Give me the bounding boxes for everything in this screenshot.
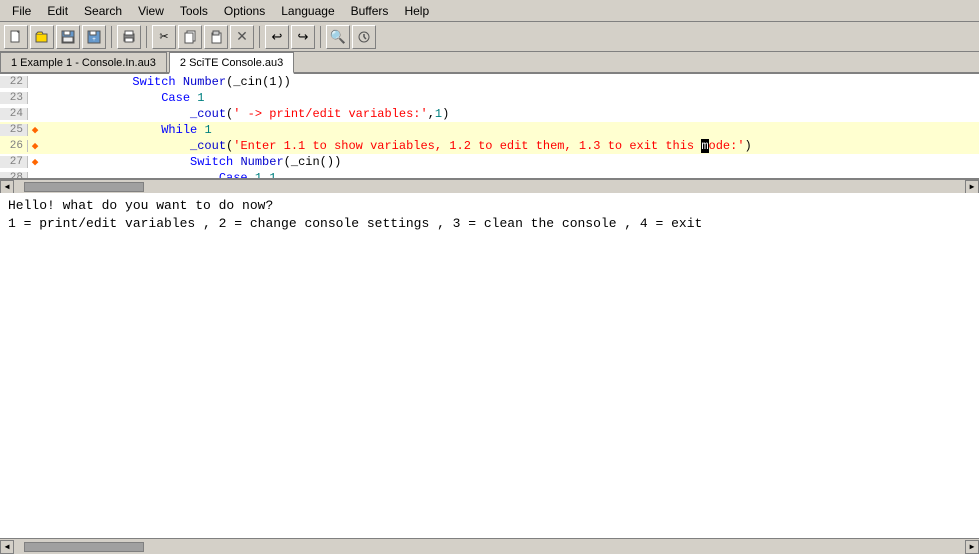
tab-bar: 1 Example 1 - Console.In.au3 2 SciTE Con… [0, 52, 979, 74]
svg-text:+: + [92, 37, 96, 43]
code-text-23: Case 1 [42, 91, 204, 105]
line-marker-25: ◆ [28, 123, 42, 137]
code-text-22: Switch Number(_cin(1)) [42, 75, 291, 89]
code-text-27: Switch Number(_cin()) [42, 155, 341, 169]
menu-edit[interactable]: Edit [39, 2, 76, 20]
editor-horizontal-scrollbar[interactable]: ◀ ▶ [0, 179, 979, 193]
console-line-2: 1 = print/edit variables , 2 = change co… [8, 215, 971, 233]
line-marker-27: ◆ [28, 155, 42, 169]
line-marker-22 [28, 76, 42, 88]
hscroll-thumb[interactable] [24, 182, 144, 192]
new-button[interactable] [4, 25, 28, 49]
line-marker-26: ◆ [28, 139, 42, 153]
save-button[interactable] [56, 25, 80, 49]
open-button[interactable] [30, 25, 54, 49]
console-pane: Hello! what do you want to do now? 1 = p… [0, 193, 979, 538]
print-button[interactable] [117, 25, 141, 49]
code-text-28: Case 1.1 [42, 171, 276, 178]
tab-scite-console[interactable]: 2 SciTE Console.au3 [169, 52, 294, 74]
menu-help[interactable]: Help [396, 2, 437, 20]
code-editor[interactable]: 22 Switch Number(_cin(1)) 23 Case 1 24 [0, 74, 979, 179]
menu-file[interactable]: File [4, 2, 39, 20]
macro-button[interactable] [352, 25, 376, 49]
console-line-1: Hello! what do you want to do now? [8, 197, 971, 215]
line-number-28: 28 [0, 172, 28, 178]
bottom-hscroll-track[interactable] [14, 541, 965, 553]
console-content: Hello! what do you want to do now? 1 = p… [0, 193, 979, 538]
line-number-23: 23 [0, 92, 28, 104]
line-marker-24 [28, 108, 42, 120]
bottom-hscroll-left-arrow[interactable]: ◀ [0, 540, 14, 554]
line-number-24: 24 [0, 108, 28, 120]
code-line-24: 24 _cout(' -> print/edit variables:',1) [0, 106, 979, 122]
find-button[interactable]: 🔍 [326, 25, 350, 49]
line-number-27: 27 [0, 156, 28, 168]
code-text-26: _cout('Enter 1.1 to show variables, 1.2 … [42, 139, 752, 153]
code-text-25: While 1 [42, 123, 212, 137]
toolbar: + ✂ ✕ ↩ ↪ 🔍 [0, 22, 979, 52]
menu-language[interactable]: Language [273, 2, 342, 20]
code-line-23: 23 Case 1 [0, 90, 979, 106]
tab-example1[interactable]: 1 Example 1 - Console.In.au3 [0, 52, 167, 72]
menu-search[interactable]: Search [76, 2, 130, 20]
code-line-26: 26 ◆ _cout('Enter 1.1 to show variables,… [0, 138, 979, 154]
undo-button[interactable]: ↩ [265, 25, 289, 49]
toolbar-separator-3 [259, 26, 260, 48]
code-text-24: _cout(' -> print/edit variables:',1) [42, 107, 449, 121]
menu-options[interactable]: Options [216, 2, 273, 20]
hscroll-track[interactable] [14, 181, 965, 193]
console-horizontal-scrollbar[interactable]: ◀ ▶ [0, 538, 979, 554]
code-line-25: 25 ◆ While 1 [0, 122, 979, 138]
hscroll-right-arrow[interactable]: ▶ [965, 180, 979, 194]
redo-button[interactable]: ↪ [291, 25, 315, 49]
code-line-27: 27 ◆ Switch Number(_cin()) [0, 154, 979, 170]
cut-button[interactable]: ✂ [152, 25, 176, 49]
main-content: 22 Switch Number(_cin(1)) 23 Case 1 24 [0, 74, 979, 554]
hscroll-left-arrow[interactable]: ◀ [0, 180, 14, 194]
menu-tools[interactable]: Tools [172, 2, 216, 20]
menu-buffers[interactable]: Buffers [343, 2, 397, 20]
code-line-28: 28 Case 1.1 [0, 170, 979, 178]
save-as-button[interactable]: + [82, 25, 106, 49]
editor-content: 22 Switch Number(_cin(1)) 23 Case 1 24 [0, 74, 979, 178]
code-line-22: 22 Switch Number(_cin(1)) [0, 74, 979, 90]
copy-button[interactable] [178, 25, 202, 49]
toolbar-separator-4 [320, 26, 321, 48]
paste-button[interactable] [204, 25, 228, 49]
toolbar-separator-2 [146, 26, 147, 48]
menu-view[interactable]: View [130, 2, 172, 20]
line-marker-23 [28, 92, 42, 104]
line-number-22: 22 [0, 76, 28, 88]
menubar: File Edit Search View Tools Options Lang… [0, 0, 979, 22]
bottom-hscroll-right-arrow[interactable]: ▶ [965, 540, 979, 554]
line-number-25: 25 [0, 124, 28, 136]
toolbar-separator-1 [111, 26, 112, 48]
bottom-hscroll-thumb[interactable] [24, 542, 144, 552]
line-marker-28 [28, 172, 42, 178]
delete-button[interactable]: ✕ [230, 25, 254, 49]
line-number-26: 26 [0, 140, 28, 152]
